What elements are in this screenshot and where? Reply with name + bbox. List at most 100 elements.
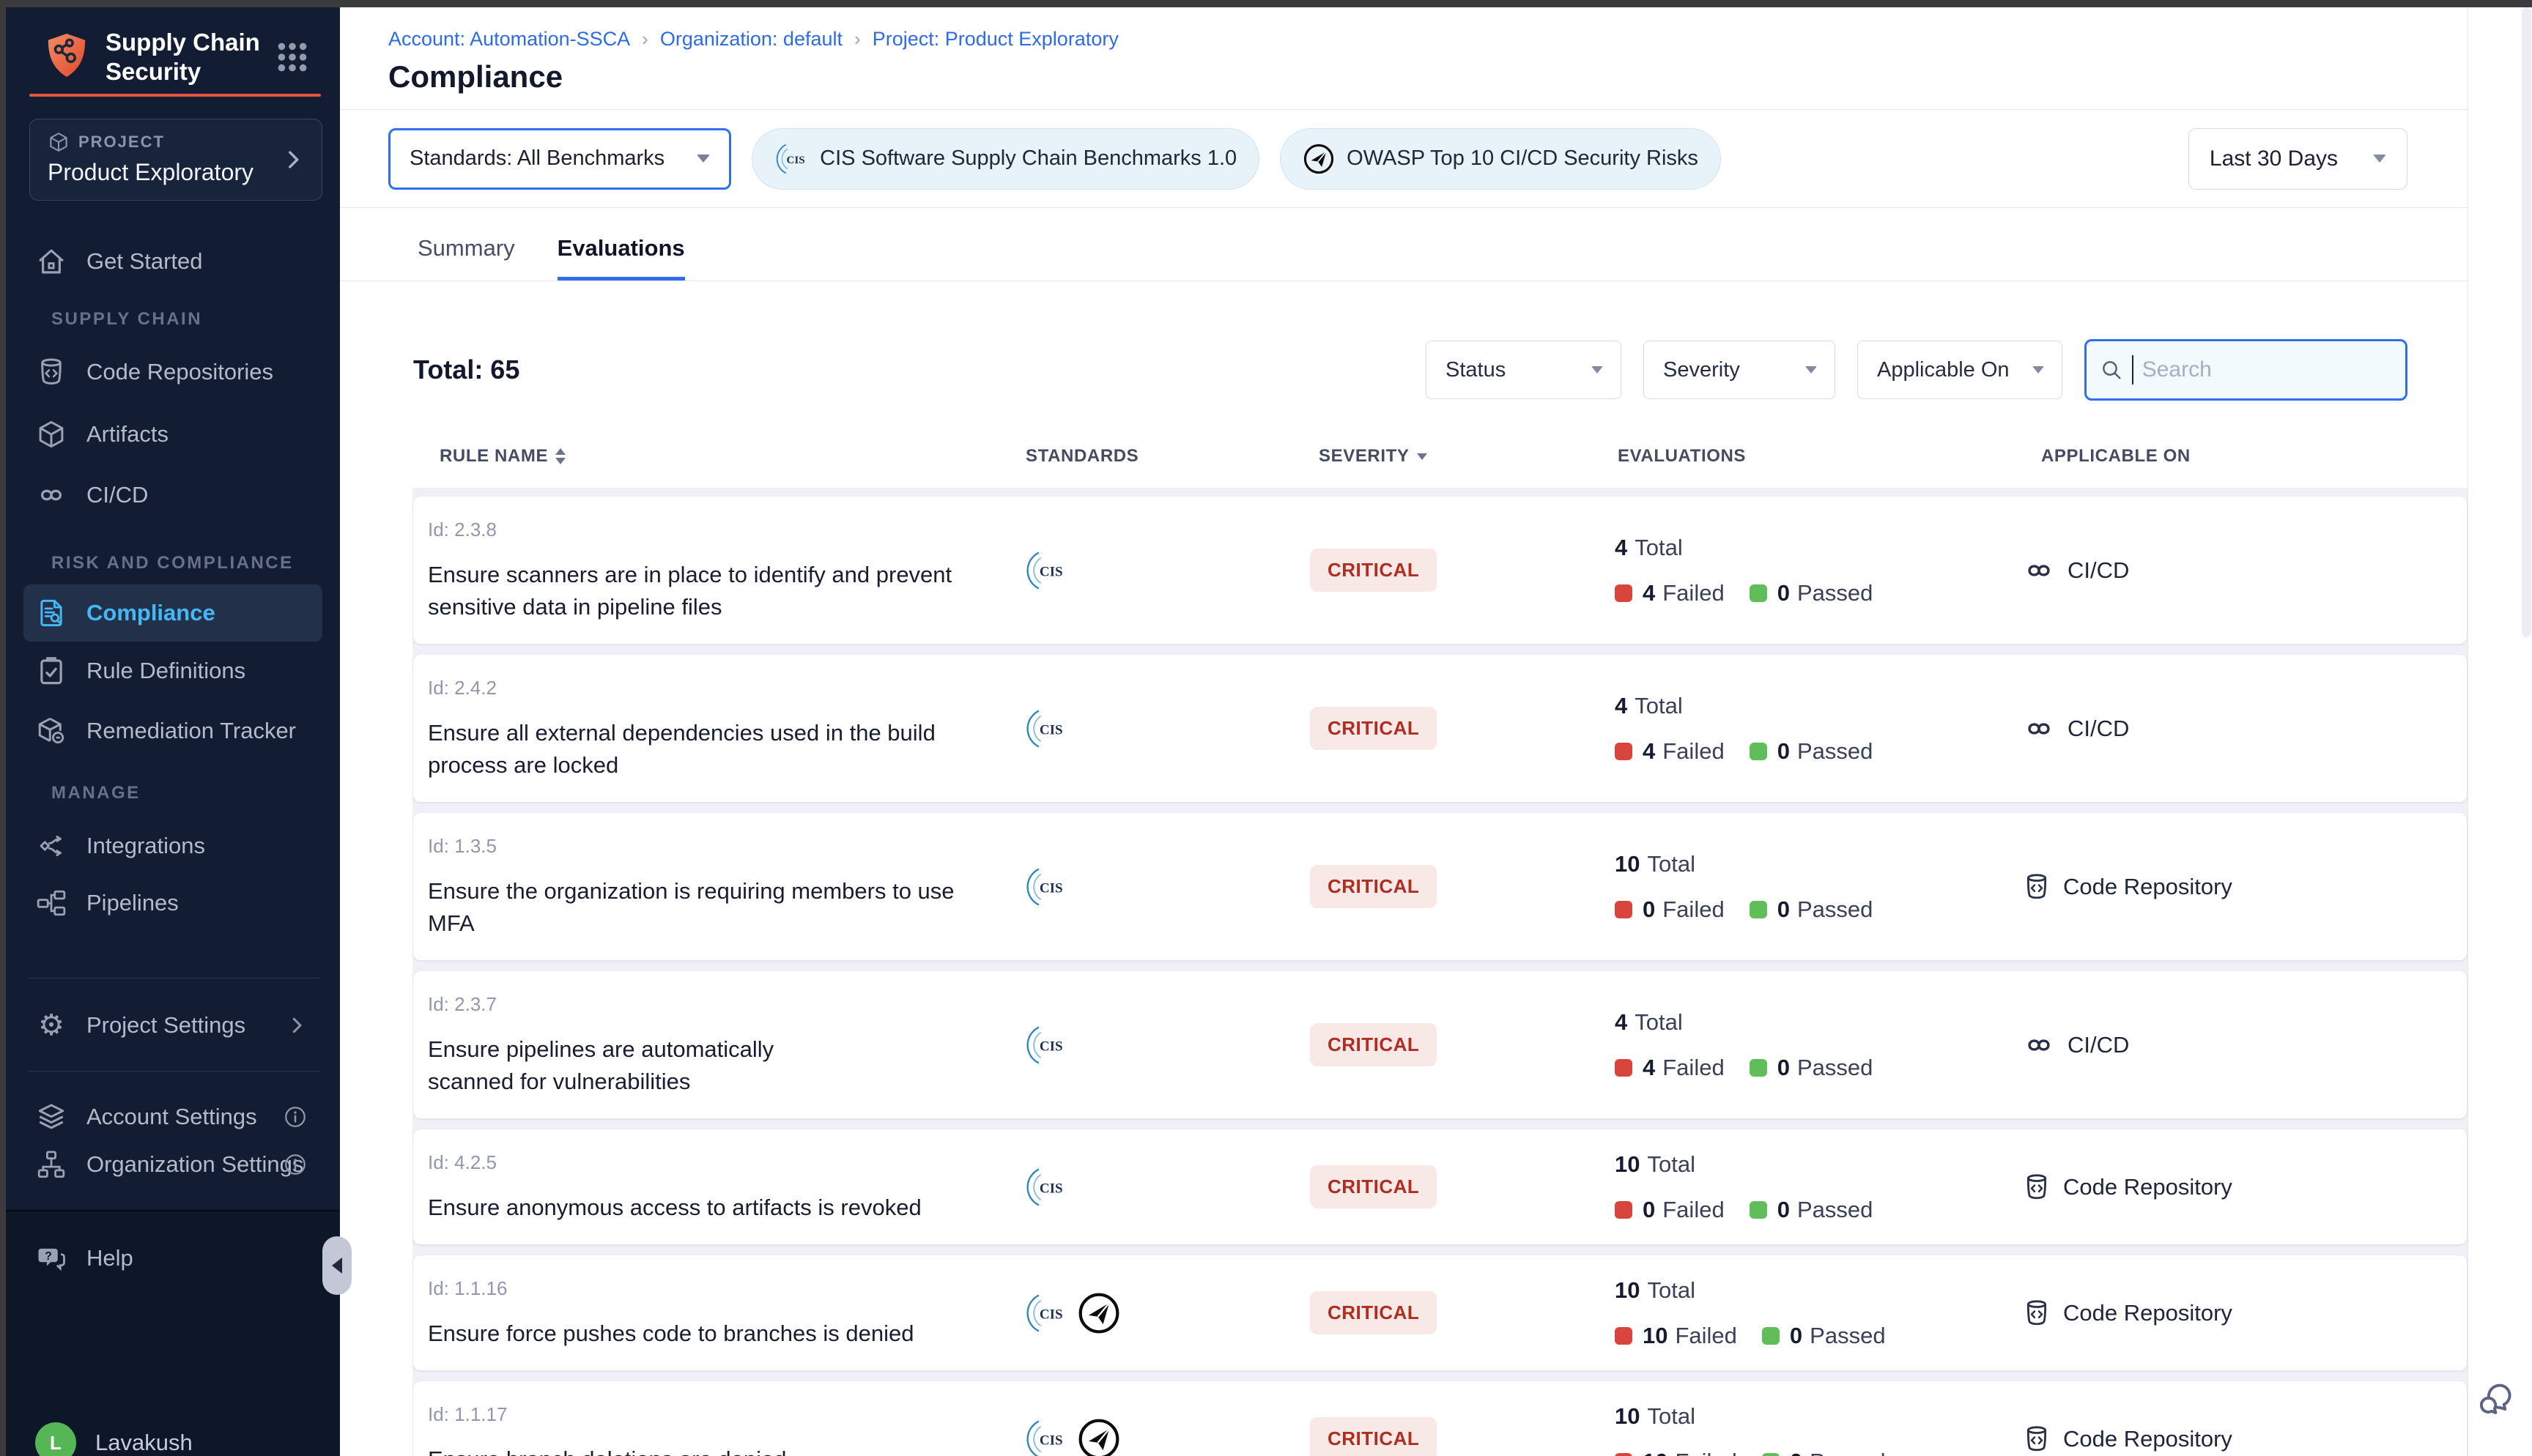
section-label-risk-and-compliance: RISK AND COMPLIANCE (51, 553, 294, 573)
scrollbar-thumb[interactable] (2522, 7, 2531, 637)
applicable-on-cell: Code Repository (2010, 1299, 2467, 1328)
breadcrumb-organization-link[interactable]: Organization: default (660, 28, 843, 51)
applicable-on-cell: CI/CD (2010, 716, 2467, 742)
tab-evaluations[interactable]: Evaluations (558, 235, 685, 281)
layers-icon (35, 1101, 67, 1133)
section-label-supply-chain: SUPPLY CHAIN (51, 309, 202, 330)
failed-square-icon (1615, 584, 1632, 602)
sidebar-item-label: Account Settings (86, 1104, 257, 1130)
sidebar: Supply ChainSecurity PROJECT Product Exp… (6, 7, 340, 1456)
brand-title: Supply ChainSecurity (106, 28, 260, 86)
breadcrumb-separator: › (642, 28, 648, 51)
cis-benchmark-chip[interactable]: CIS Software Supply Chain Benchmarks 1.0 (752, 128, 1259, 190)
user-menu[interactable]: L Lavakush (23, 1419, 322, 1456)
passed-square-icon (1750, 901, 1767, 918)
info-icon[interactable] (283, 1152, 308, 1177)
collapse-arrow-icon (332, 1258, 342, 1274)
sidebar-item-rule-definitions[interactable]: Rule Definitions (23, 647, 322, 695)
failed-square-icon (1615, 1327, 1632, 1345)
sidebar-item-get-started[interactable]: Get Started (23, 237, 322, 286)
evaluations-toolbar: Total: 65 Status Severity Applicable On (413, 339, 2407, 401)
sidebar-item-label: Pipelines (86, 890, 179, 916)
owasp-chip[interactable]: OWASP Top 10 CI/CD Security Risks (1280, 128, 1721, 190)
sidebar-item-help[interactable]: Help (23, 1234, 322, 1282)
chevron-down-icon (1805, 366, 1817, 374)
sidebar-item-label: Get Started (86, 248, 203, 275)
page-header: Account: Automation-SSCA › Organization:… (340, 7, 2468, 110)
cicd-infinity-icon (35, 479, 67, 511)
compliance-doc-search-icon (35, 597, 67, 629)
rule-name: Ensure anonymous access to artifacts is … (428, 1192, 1007, 1224)
support-chat-icon[interactable] (2476, 1380, 2514, 1418)
chevron-down-icon (697, 155, 710, 163)
rule-name: Ensure all external dependencies used in… (428, 717, 1007, 781)
applicable-on-cell: Code Repository (2010, 1425, 2467, 1454)
table-row[interactable]: Id: 1.1.17 Ensure branch deletions are d… (413, 1381, 2467, 1456)
standards-filter-bar: Standards: All Benchmarks CIS Software S… (340, 110, 2468, 208)
table-row[interactable]: Id: 1.3.5 Ensure the organization is req… (413, 813, 2467, 960)
column-header-severity[interactable]: SEVERITY (1304, 446, 1612, 467)
artifacts-box-icon (35, 418, 67, 450)
project-selector[interactable]: PROJECT Product Exploratory (29, 119, 322, 201)
cis-logo-icon (1024, 1418, 1067, 1456)
table-row[interactable]: Id: 2.4.2 Ensure all external dependenci… (413, 655, 2467, 802)
evaluations-cell: 10Total 10Failed 0Passed (1600, 1403, 2010, 1456)
column-header-evaluations: EVALUATIONS (1612, 446, 2022, 467)
column-header-rule-name[interactable]: RULE NAME (440, 446, 1026, 467)
rule-id: Id: 2.3.7 (428, 993, 1014, 1016)
rule-name: Ensure the organization is requiring mem… (428, 875, 1007, 940)
cicd-infinity-icon (2022, 718, 2056, 740)
brand-shield-logo (44, 31, 89, 83)
sidebar-item-cicd[interactable]: CI/CD (23, 471, 322, 519)
sidebar-item-artifacts[interactable]: Artifacts (23, 410, 322, 458)
search-field[interactable] (2084, 339, 2407, 401)
applicable-on-filter-dropdown[interactable]: Applicable On (1857, 341, 2062, 399)
window-top-edge (0, 0, 2532, 7)
passed-square-icon (1762, 1453, 1780, 1456)
cis-logo-icon (1024, 866, 1067, 908)
sidebar-item-account-settings[interactable]: Account Settings (23, 1093, 322, 1141)
breadcrumb-project-link[interactable]: Project: Product Exploratory (873, 28, 1119, 51)
sidebar-item-project-settings[interactable]: ⚙ Project Settings (23, 1001, 322, 1050)
table-row[interactable]: Id: 2.3.7 Ensure pipelines are automatic… (413, 971, 2467, 1118)
severity-badge: CRITICAL (1310, 1023, 1437, 1066)
sidebar-item-integrations[interactable]: Integrations (23, 822, 322, 870)
sidebar-item-label: Artifacts (86, 421, 169, 447)
sidebar-item-label: CI/CD (86, 482, 148, 508)
severity-badge: CRITICAL (1310, 1291, 1437, 1334)
date-range-dropdown[interactable]: Last 30 Days (2188, 128, 2407, 190)
severity-filter-dropdown[interactable]: Severity (1643, 341, 1835, 399)
status-filter-dropdown[interactable]: Status (1426, 341, 1621, 399)
sidebar-item-remediation-tracker[interactable]: Remediation Tracker (23, 707, 322, 755)
evaluations-cell: 4Total 4Failed 0Passed (1600, 1009, 2010, 1081)
rules-list: Id: 2.3.8 Ensure scanners are in place t… (412, 488, 2468, 1456)
code-repository-icon (2022, 872, 2051, 902)
evaluations-panel: Total: 65 Status Severity Applicable On (340, 282, 2468, 1456)
info-icon[interactable] (283, 1104, 308, 1129)
standards-dropdown[interactable]: Standards: All Benchmarks (388, 128, 731, 190)
clipboard-check-icon (35, 655, 67, 687)
apps-grid-icon[interactable] (274, 39, 311, 75)
collapse-sidebar-handle[interactable] (322, 1236, 352, 1295)
cicd-infinity-icon (2022, 1034, 2056, 1056)
breadcrumb-account-link[interactable]: Account: Automation-SSCA (388, 28, 630, 51)
cicd-infinity-icon (2022, 560, 2056, 582)
table-row[interactable]: Id: 2.3.8 Ensure scanners are in place t… (413, 497, 2467, 644)
sidebar-item-pipelines[interactable]: Pipelines (23, 879, 322, 927)
applicable-on-cell: Code Repository (2010, 1173, 2467, 1202)
table-row[interactable]: Id: 4.2.5 Ensure anonymous access to art… (413, 1129, 2467, 1244)
project-eyebrow-label: PROJECT (78, 133, 165, 152)
rule-name: Ensure pipelines are automatically scann… (428, 1033, 838, 1098)
table-row[interactable]: Id: 1.1.16 Ensure force pushes code to b… (413, 1255, 2467, 1370)
sidebar-item-label: Help (86, 1245, 133, 1271)
owasp-logo-icon (1077, 1417, 1121, 1456)
box-wrench-icon (35, 715, 67, 747)
sidebar-item-compliance[interactable]: Compliance (23, 584, 322, 642)
table-header-row: RULE NAME STANDARDS SEVERITY EVALUATIONS… (440, 446, 2407, 467)
search-input[interactable] (2142, 357, 2392, 382)
chevron-down-icon (1591, 366, 1603, 374)
tab-summary[interactable]: Summary (418, 235, 515, 281)
sidebar-item-organization-settings[interactable]: Organization Settings (23, 1140, 322, 1189)
sidebar-item-code-repositories[interactable]: Code Repositories (23, 348, 322, 396)
applicable-on-cell: CI/CD (2010, 1032, 2467, 1058)
